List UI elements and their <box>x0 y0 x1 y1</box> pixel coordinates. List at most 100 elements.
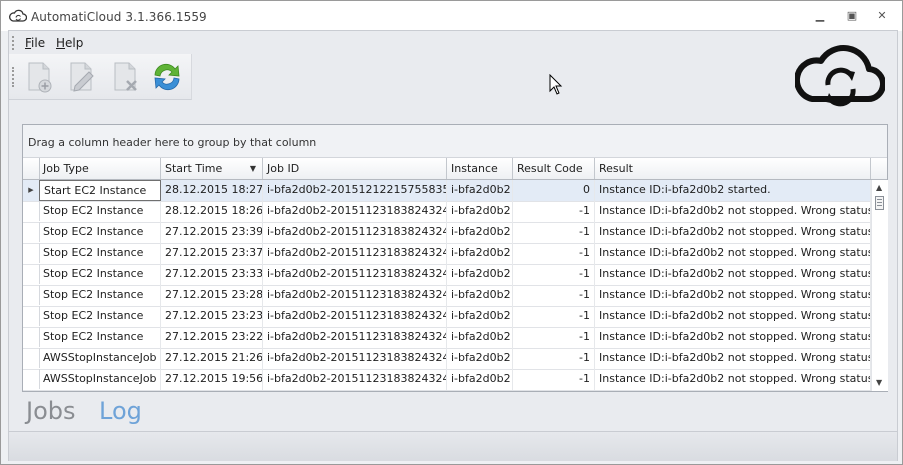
edit-job-icon[interactable] <box>65 60 99 94</box>
cell-job-id[interactable]: i-bfa2d0b2-201511231838243247 <box>263 222 447 243</box>
cell-result-code[interactable]: -1 <box>513 285 595 306</box>
maximize-button[interactable]: ▣ <box>841 8 863 24</box>
column-header-result-code[interactable]: Result Code <box>513 158 595 179</box>
row-indicator[interactable] <box>23 327 40 347</box>
column-header-result[interactable]: Result <box>595 158 871 179</box>
refresh-icon[interactable] <box>150 60 184 94</box>
row-indicator[interactable] <box>23 348 40 368</box>
cell-job-id[interactable]: i-bfa2d0b2-201511231838243247 <box>263 369 447 390</box>
row-indicator[interactable] <box>23 306 40 326</box>
cell-instance[interactable]: i-bfa2d0b2 <box>447 222 513 243</box>
cell-job-id[interactable]: i-bfa2d0b2-201511231838243247 <box>263 327 447 348</box>
table-row[interactable]: Stop EC2 Instance 27.12.2015 23:28 i-bfa2d… <box>23 285 871 307</box>
cell-job-type[interactable]: Stop EC2 Instance <box>39 264 161 285</box>
row-indicator[interactable] <box>23 201 40 221</box>
cell-start-time[interactable]: 27.12.2015 23:37 <box>161 243 263 264</box>
menu-grip[interactable] <box>12 36 16 50</box>
table-row[interactable]: AWSStopInstanceJob 27.12.2015 19:56 i-bfa2… <box>23 369 871 391</box>
menu-help[interactable]: Help <box>56 36 83 50</box>
cell-result-code[interactable]: -1 <box>513 264 595 285</box>
close-button[interactable]: ✕ <box>871 8 893 24</box>
table-row[interactable]: Stop EC2 Instance 27.12.2015 23:39 i-bfa2d… <box>23 222 871 244</box>
cell-start-time[interactable]: 28.12.2015 18:26 <box>161 201 263 222</box>
cell-job-id[interactable]: i-bfa2d0b2-201511231838243247 <box>263 306 447 327</box>
table-row[interactable]: ▶ Start EC2 Instance 28.12.2015 18:27 i-bfa… <box>23 180 871 202</box>
cell-job-id[interactable]: i-bfa2d0b2-201511231838243247 <box>263 243 447 264</box>
table-row[interactable]: Stop EC2 Instance 27.12.2015 23:37 i-bfa2d… <box>23 243 871 265</box>
table-row[interactable]: Stop EC2 Instance 27.12.2015 23:22 i-bfa2d… <box>23 327 871 349</box>
cell-instance[interactable]: i-bfa2d0b2 <box>447 285 513 306</box>
cell-start-time[interactable]: 28.12.2015 18:27 <box>161 180 263 201</box>
cell-start-time[interactable]: 27.12.2015 23:23 <box>161 306 263 327</box>
cell-result[interactable]: Instance ID:i-bfa2d0b2 not stopped. Wron… <box>595 306 871 327</box>
scroll-down-icon[interactable]: ▼ <box>876 378 882 387</box>
scroll-thumb[interactable] <box>875 196 884 210</box>
cell-result[interactable]: Instance ID:i-bfa2d0b2 not stopped. Wron… <box>595 243 871 264</box>
cell-start-time[interactable]: 27.12.2015 23:33 <box>161 264 263 285</box>
cell-start-time[interactable]: 27.12.2015 21:26 <box>161 348 263 369</box>
table-row[interactable]: Stop EC2 Instance 27.12.2015 23:33 i-bfa2d… <box>23 264 871 286</box>
row-indicator[interactable] <box>23 222 40 242</box>
cell-instance[interactable]: i-bfa2d0b2 <box>447 243 513 264</box>
cell-result[interactable]: Instance ID:i-bfa2d0b2 not stopped. Wron… <box>595 327 871 348</box>
cell-instance[interactable]: i-bfa2d0b2 <box>447 327 513 348</box>
row-indicator[interactable] <box>23 369 40 389</box>
cell-instance[interactable]: i-bfa2d0b2 <box>447 201 513 222</box>
cell-job-id[interactable]: i-bfa2d0b2-201511231838243247 <box>263 348 447 369</box>
cell-instance[interactable]: i-bfa2d0b2 <box>447 180 513 201</box>
cell-result-code[interactable]: -1 <box>513 348 595 369</box>
tab-jobs[interactable]: Jobs <box>26 397 76 425</box>
cell-job-type[interactable]: Start EC2 Instance <box>39 180 161 201</box>
cell-result-code[interactable]: -1 <box>513 369 595 390</box>
cell-job-type[interactable]: Stop EC2 Instance <box>39 306 161 327</box>
cell-result[interactable]: Instance ID:i-bfa2d0b2 started. <box>595 180 871 201</box>
cell-start-time[interactable]: 27.12.2015 23:39 <box>161 222 263 243</box>
column-header-job-id[interactable]: Job ID <box>263 158 447 179</box>
group-by-panel[interactable]: Drag a column header here to group by th… <box>23 125 887 158</box>
cell-result-code[interactable]: 0 <box>513 180 595 201</box>
table-row[interactable]: Stop EC2 Instance 27.12.2015 23:23 i-bfa2d… <box>23 306 871 328</box>
cell-instance[interactable]: i-bfa2d0b2 <box>447 306 513 327</box>
column-header-instance[interactable]: Instance <box>447 158 513 179</box>
scroll-up-icon[interactable]: ▲ <box>876 183 882 192</box>
table-row[interactable]: AWSStopInstanceJob 27.12.2015 21:26 i-bfa2… <box>23 348 871 370</box>
tab-log[interactable]: Log <box>99 397 142 425</box>
cell-job-type[interactable]: Stop EC2 Instance <box>39 222 161 243</box>
title-bar[interactable]: AutomatiCloud 3.1.366.1559 ▁ ▣ ✕ <box>1 1 902 31</box>
minimize-button[interactable]: ▁ <box>809 8 831 24</box>
cell-result[interactable]: Instance ID:i-bfa2d0b2 not stopped. Wron… <box>595 201 871 222</box>
cell-result-code[interactable]: -1 <box>513 222 595 243</box>
cell-start-time[interactable]: 27.12.2015 23:22 <box>161 327 263 348</box>
vertical-scrollbar[interactable]: ▲ ▼ <box>871 180 888 391</box>
table-row[interactable]: Stop EC2 Instance 28.12.2015 18:26 i-bfa2d… <box>23 201 871 223</box>
menu-file[interactable]: File <box>25 36 45 50</box>
cell-result-code[interactable]: -1 <box>513 306 595 327</box>
row-indicator[interactable] <box>23 243 40 263</box>
add-job-icon[interactable] <box>23 60 57 94</box>
cell-result[interactable]: Instance ID:i-bfa2d0b2 not stopped. Wron… <box>595 264 871 285</box>
cell-result-code[interactable]: -1 <box>513 201 595 222</box>
cell-job-type[interactable]: Stop EC2 Instance <box>39 327 161 348</box>
delete-job-icon[interactable] <box>109 60 143 94</box>
cell-job-id[interactable]: i-bfa2d0b2-201511231838243247 <box>263 285 447 306</box>
cell-result[interactable]: Instance ID:i-bfa2d0b2 not stopped. Wron… <box>595 348 871 369</box>
row-indicator[interactable] <box>23 285 40 305</box>
cell-result[interactable]: Instance ID:i-bfa2d0b2 not stopped. Wron… <box>595 285 871 306</box>
cell-instance[interactable]: i-bfa2d0b2 <box>447 348 513 369</box>
cell-start-time[interactable]: 27.12.2015 23:28 <box>161 285 263 306</box>
cell-job-type[interactable]: AWSStopInstanceJob <box>39 348 161 369</box>
cell-job-type[interactable]: AWSStopInstanceJob <box>39 369 161 390</box>
cell-result-code[interactable]: -1 <box>513 327 595 348</box>
focused-row-indicator-icon[interactable]: ▶ <box>23 180 40 200</box>
cell-job-type[interactable]: Stop EC2 Instance <box>39 201 161 222</box>
cell-instance[interactable]: i-bfa2d0b2 <box>447 369 513 390</box>
row-indicator[interactable] <box>23 264 40 284</box>
cell-start-time[interactable]: 27.12.2015 19:56 <box>161 369 263 390</box>
column-header-start-time[interactable]: Start Time ▼ <box>161 158 263 179</box>
cell-job-id[interactable]: i-bfa2d0b2-201511231838243247 <box>263 264 447 285</box>
column-header-job-type[interactable]: Job Type <box>39 158 161 179</box>
toolbar-grip[interactable] <box>12 67 16 87</box>
cell-result[interactable]: Instance ID:i-bfa2d0b2 not stopped. Wron… <box>595 369 871 390</box>
cell-job-id[interactable]: i-bfa2d0b2-201511231838243247 <box>263 201 447 222</box>
cell-job-id[interactable]: i-bfa2d0b2-201512122157558356 <box>263 180 447 201</box>
